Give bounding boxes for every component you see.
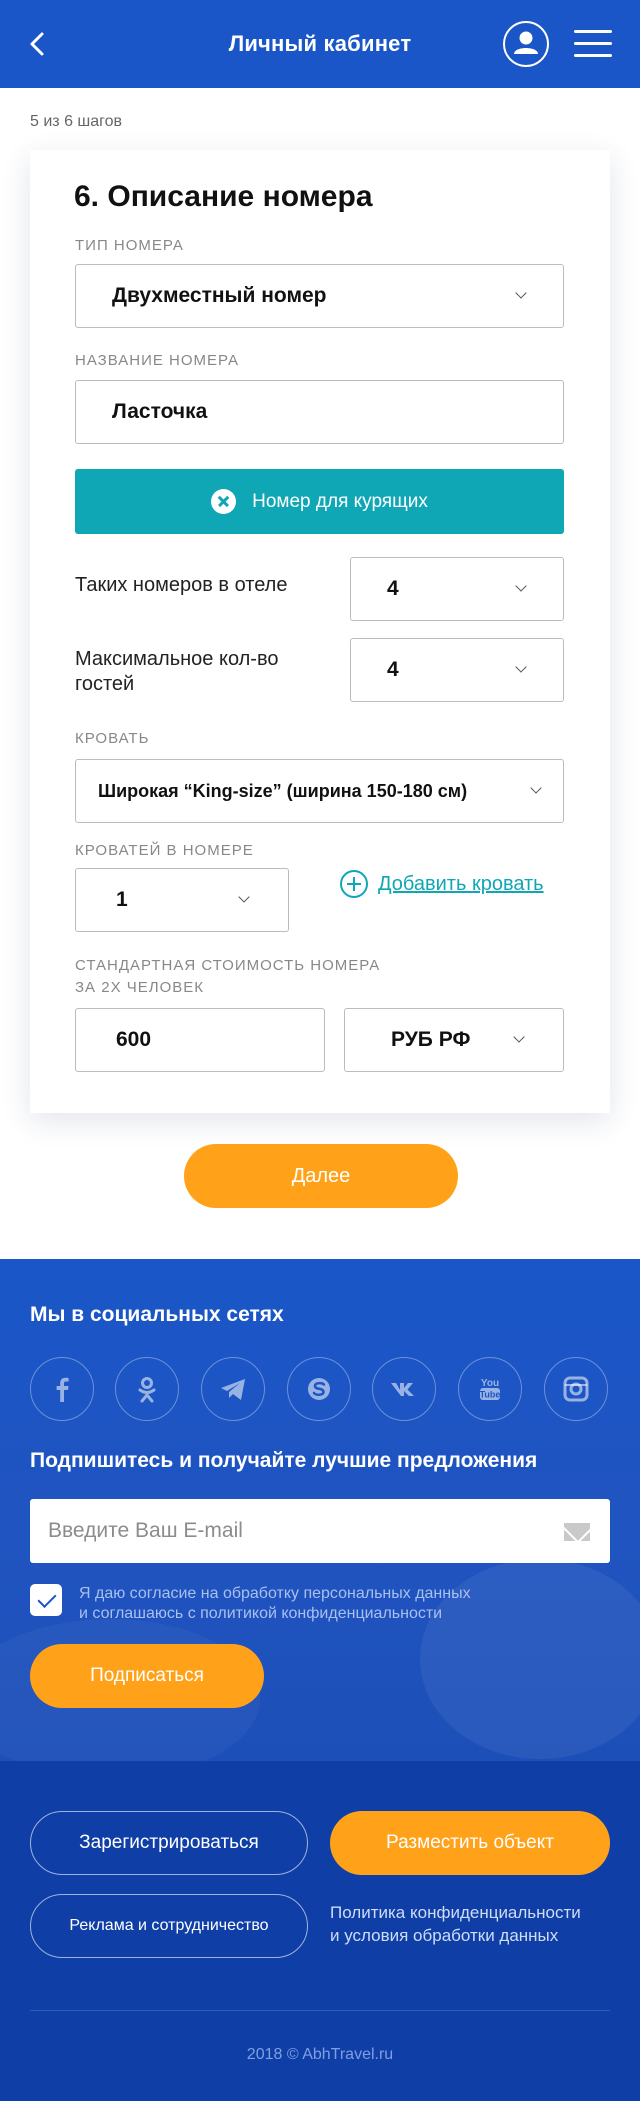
register-button[interactable]: Зарегистрироваться: [30, 1811, 308, 1875]
price-input[interactable]: 600: [75, 1008, 325, 1072]
chevron-down-icon: [515, 661, 527, 673]
policy-line: и условия обработки данных: [330, 1926, 559, 1945]
hamburger-menu-button[interactable]: [574, 28, 612, 60]
menu-line: [574, 30, 612, 33]
step-indicator: 5 из 6 шагов: [30, 113, 123, 130]
chevron-down-icon: [530, 782, 542, 794]
social-section: Мы в социальных сетях You Tube Подпишитес…: [0, 1259, 640, 1761]
copyright: 2018 © AbhTravel.ru: [246, 2046, 394, 2063]
room-type-label: ТИП НОМЕРА: [75, 237, 184, 254]
ads-cooperation-button[interactable]: Реклама и сотрудничество: [30, 1894, 308, 1958]
room-type-value: Двухместный номер: [112, 284, 327, 307]
email-input[interactable]: Введите Ваш E-mail: [30, 1499, 610, 1563]
chevron-down-icon: [515, 580, 527, 592]
smoking-room-button[interactable]: Номер для курящих: [75, 469, 564, 534]
policy-line: Политика конфиденциальности: [330, 1903, 581, 1922]
currency-select[interactable]: РУБ РФ: [344, 1008, 564, 1072]
room-name-value: Ласточка: [112, 400, 208, 423]
mail-icon: [564, 1523, 590, 1541]
price-value: 600: [116, 1028, 152, 1051]
svg-text:You: You: [481, 1378, 499, 1389]
chevron-down-icon: [238, 891, 250, 903]
odnoklassniki-icon[interactable]: [115, 1357, 179, 1421]
consent-line: Я даю согласие на обработку персональных…: [79, 1585, 471, 1602]
room-description-card: 6. Описание номера ТИП НОМЕРА Двухместны…: [30, 150, 610, 1113]
chevron-down-icon: [513, 1031, 525, 1043]
next-button[interactable]: Далее: [184, 1144, 458, 1208]
plus-circle-icon: [340, 870, 368, 898]
youtube-icon[interactable]: You Tube: [458, 1357, 522, 1421]
close-circle-icon: [211, 489, 237, 514]
email-placeholder: Введите Ваш E-mail: [48, 1519, 243, 1542]
beds-count-value: 1: [116, 888, 128, 911]
instagram-icon[interactable]: [544, 1357, 608, 1421]
max-guests-value: 4: [387, 658, 399, 681]
room-name-input[interactable]: Ласточка: [75, 380, 564, 444]
subscribe-button[interactable]: Подписаться: [30, 1644, 264, 1708]
menu-line: [574, 42, 612, 45]
telegram-icon[interactable]: [201, 1357, 265, 1421]
price-label-line2: ЗА 2Х ЧЕЛОВЕК: [75, 979, 205, 996]
footer: Зарегистрироваться Разместить объект Рек…: [0, 1761, 640, 2101]
bed-type-value: Широкая “King-size” (ширина 150-180 см): [98, 781, 468, 801]
smoking-room-label: Номер для курящих: [252, 490, 428, 512]
rooms-count-label: Таких номеров в отеле: [75, 574, 288, 596]
divider: [30, 2010, 610, 2011]
price-label-line1: СТАНДАРТНАЯ СТОИМОСТЬ НОМЕРА: [75, 957, 381, 974]
social-title: Мы в социальных сетях: [30, 1303, 284, 1326]
profile-button[interactable]: [503, 21, 549, 67]
consent-checkbox[interactable]: [30, 1584, 62, 1616]
facebook-icon[interactable]: [30, 1357, 94, 1421]
place-object-button[interactable]: Разместить объект: [330, 1811, 610, 1875]
card-title: 6. Описание номера: [74, 180, 373, 213]
bed-type-select[interactable]: Широкая “King-size” (ширина 150-180 см): [75, 759, 564, 823]
max-guests-label: Максимальное кол-во гостей: [75, 648, 279, 695]
skype-icon[interactable]: [287, 1357, 351, 1421]
menu-line: [574, 54, 612, 57]
privacy-policy-link[interactable]: Политика конфиденциальности и условия об…: [330, 1901, 620, 1947]
user-icon: [514, 31, 538, 54]
consent-line: и соглашаюсь с политикой конфиденциально…: [79, 1605, 443, 1622]
currency-value: РУБ РФ: [391, 1028, 471, 1051]
subscribe-title: Подпишитесь и получайте лучшие предложен…: [30, 1449, 538, 1472]
add-bed-label: Добавить кровать: [378, 872, 544, 895]
max-guests-select[interactable]: 4: [350, 638, 564, 702]
app-header: Личный кабинет: [0, 0, 640, 88]
rooms-count-select[interactable]: 4: [350, 557, 564, 621]
svg-text:Tube: Tube: [480, 1390, 501, 1400]
consent-text: Я даю согласие на обработку персональных…: [79, 1584, 539, 1624]
room-type-select[interactable]: Двухместный номер: [75, 264, 564, 328]
vk-icon[interactable]: [372, 1357, 436, 1421]
rooms-count-value: 4: [387, 577, 399, 600]
beds-count-select[interactable]: 1: [75, 868, 289, 932]
add-bed-link[interactable]: Добавить кровать: [340, 870, 544, 898]
beds-count-label: КРОВАТЕЙ В НОМЕРЕ: [75, 842, 254, 859]
chevron-down-icon: [515, 287, 527, 299]
room-name-label: НАЗВАНИЕ НОМЕРА: [75, 352, 240, 369]
bed-label: КРОВАТЬ: [75, 730, 150, 747]
